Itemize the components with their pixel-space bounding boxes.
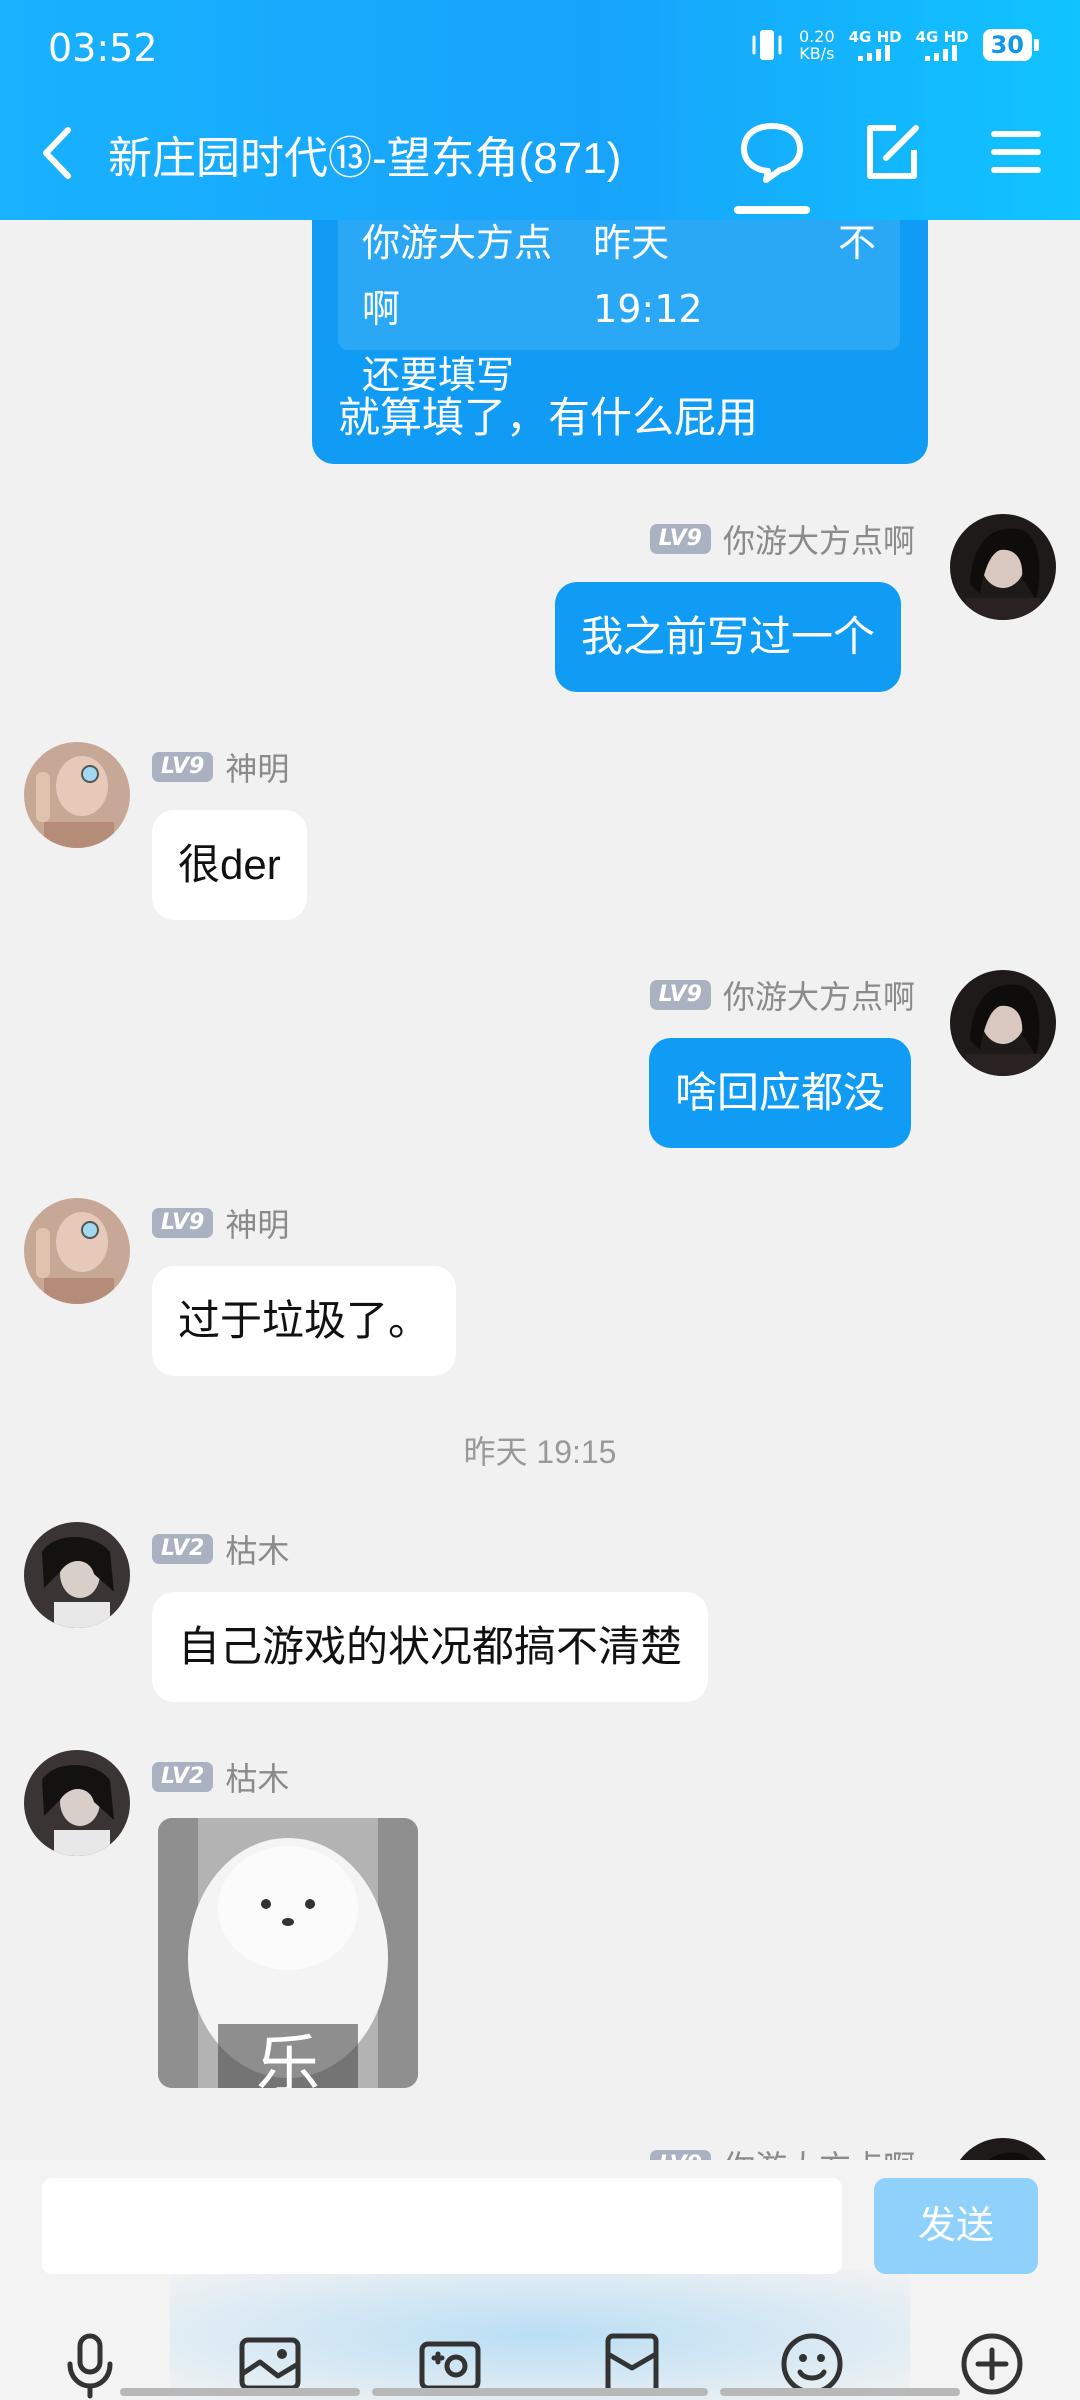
avatar[interactable]	[950, 970, 1056, 1076]
quote-time: 昨天 19:12	[593, 221, 703, 331]
chat-header: 03:52 0.20 KB/s 4G HD 4G HD 30 新庄园时代⑬-望东…	[0, 0, 1080, 220]
message-text: 自己游戏的状况都搞不清楚	[178, 1623, 683, 1670]
quote-text-start: 不	[837, 221, 876, 265]
message-input[interactable]	[42, 2178, 842, 2274]
avatar[interactable]	[24, 1522, 130, 1628]
sender-name: 你游大方点啊	[722, 979, 915, 1015]
status-indicators: 0.20 KB/s 4G HD 4G HD 30	[749, 28, 1040, 62]
sender-info: LV2 枯木	[152, 1526, 289, 1572]
signal-bars-icon	[858, 45, 891, 61]
quote-header: 你游大方点啊 昨天 19:12 不	[362, 210, 876, 342]
message-bubble[interactable]: 很der	[152, 810, 307, 920]
edit-icon[interactable]	[856, 116, 928, 188]
level-badge: LV9	[649, 524, 711, 554]
message-bubble[interactable]: 过于垃圾了。	[152, 1266, 457, 1376]
sender-name: 你游大方点啊	[722, 523, 915, 559]
chat-bubble-icon[interactable]	[736, 116, 808, 188]
avatar-image	[24, 1198, 130, 1304]
group-title[interactable]: 新庄园时代⑬-望东角(871)	[108, 122, 621, 186]
quote-author: 你游大方点啊	[362, 221, 553, 331]
avatar[interactable]	[950, 514, 1056, 620]
sim1-signal: 4G HD	[849, 29, 902, 61]
quoted-message[interactable]: 你游大方点啊 昨天 19:12 不 还要填写	[338, 210, 900, 397]
net-speed: 0.20 KB/s	[799, 28, 835, 62]
avatar[interactable]	[24, 1750, 130, 1856]
message-text: 就算填了，有什么屁用	[338, 394, 759, 441]
sender-name: 枯木	[225, 1761, 290, 1797]
level-badge: LV9	[152, 752, 214, 782]
level-badge: LV9	[152, 1208, 214, 1238]
input-bar: 发送	[0, 2160, 1080, 2400]
net-speed-unit: KB/s	[799, 44, 835, 63]
message-text: 很der	[178, 841, 281, 888]
sim2-label: 4G HD	[915, 28, 969, 46]
avatar[interactable]	[24, 1198, 130, 1304]
avatar-image	[24, 742, 130, 848]
plus-icon[interactable]	[956, 2328, 1028, 2400]
sender-info: LV9 你游大方点啊	[649, 516, 915, 562]
gesture-bar	[120, 2388, 360, 2396]
sender-info: LV9 神明	[152, 744, 289, 790]
message-bubble[interactable]: 自己游戏的状况都搞不清楚	[152, 1592, 709, 1702]
message-text: 我之前写过一个	[581, 613, 876, 660]
back-arrow-icon[interactable]	[28, 118, 88, 188]
level-badge: LV2	[152, 1534, 214, 1564]
avatar-image	[950, 970, 1056, 1076]
level-badge: LV2	[152, 1762, 214, 1792]
microphone-icon[interactable]	[54, 2328, 126, 2400]
signal-bars-icon	[925, 45, 958, 61]
sim1-label: 4G HD	[848, 28, 902, 46]
active-tab-indicator	[734, 206, 810, 214]
sender-info: LV2 枯木	[152, 1754, 289, 1800]
message-bubble[interactable]: 我之前写过一个	[555, 582, 902, 692]
status-time: 03:52	[48, 26, 158, 70]
menu-icon[interactable]	[980, 116, 1052, 188]
message-bubble[interactable]: 啥回应都没	[649, 1038, 912, 1148]
time-divider: 昨天 19:15	[463, 1434, 617, 1470]
gesture-bar	[720, 2388, 960, 2396]
avatar-image	[24, 1522, 130, 1628]
sender-info: LV9 神明	[152, 1200, 289, 1246]
vibrate-icon	[752, 30, 782, 60]
avatar-image	[950, 514, 1056, 620]
message-text: 过于垃圾了。	[178, 1297, 431, 1344]
avatar[interactable]	[24, 742, 130, 848]
sticker-image[interactable]: 乐	[158, 1818, 418, 2088]
sender-info: LV9 你游大方点啊	[649, 972, 915, 1018]
gesture-bar	[372, 2388, 708, 2396]
battery-level: 30	[982, 29, 1040, 61]
sticker-caption: 乐	[256, 2029, 320, 2088]
send-button[interactable]: 发送	[874, 2178, 1038, 2274]
message-text: 啥回应都没	[675, 1069, 886, 1116]
sender-name: 神明	[225, 751, 290, 787]
sender-name: 枯木	[225, 1533, 290, 1569]
net-speed-value: 0.20	[799, 27, 835, 46]
sender-name: 神明	[225, 1207, 290, 1243]
sim2-signal: 4G HD	[916, 29, 969, 61]
level-badge: LV9	[649, 980, 711, 1010]
avatar-image	[24, 1750, 130, 1856]
